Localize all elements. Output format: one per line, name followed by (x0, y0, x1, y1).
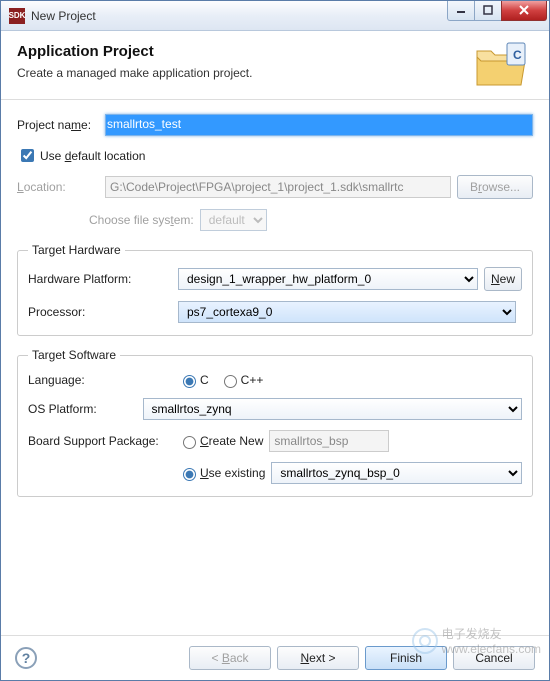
lang-cpp-radio[interactable] (224, 375, 237, 388)
app-icon: SDK (9, 8, 25, 24)
lang-c-radio[interactable] (183, 375, 196, 388)
bsp-create-label: Create New (200, 434, 263, 448)
header-subtitle: Create a managed make application projec… (17, 66, 477, 80)
location-label: Location: (17, 180, 105, 194)
help-button[interactable]: ? (15, 647, 37, 669)
os-platform-label: OS Platform: (28, 402, 143, 416)
bsp-existing-select[interactable]: smallrtos_zynq_bsp_0 (271, 462, 522, 484)
watermark: 电子发烧友 www.elecfans.com (412, 625, 541, 656)
close-button[interactable] (501, 1, 547, 21)
new-hw-button[interactable]: New (484, 267, 522, 291)
target-hardware-legend: Target Hardware (28, 243, 125, 257)
lang-cpp-label: C++ (241, 373, 264, 387)
header-title: Application Project (17, 43, 477, 60)
dialog-footer: ? < Back Next > Finish Cancel 电子发烧友 www.… (1, 635, 549, 680)
language-label: Language: (28, 373, 178, 387)
target-software-legend: Target Software (28, 348, 120, 362)
bsp-create-input (269, 430, 389, 452)
choose-fs-label: Choose file system: (89, 213, 194, 227)
back-button: < Back (189, 646, 271, 670)
bsp-create-radio[interactable] (183, 436, 196, 449)
use-default-checkbox[interactable] (21, 149, 34, 162)
lang-c-label: C (200, 373, 209, 387)
browse-button: Browse... (457, 175, 533, 199)
minimize-button[interactable] (447, 1, 475, 21)
header-folder-icon: C (477, 41, 533, 89)
hardware-platform-label: Hardware Platform: (28, 272, 178, 286)
next-button[interactable]: Next > (277, 646, 359, 670)
dialog-header: Application Project Create a managed mak… (1, 31, 549, 100)
processor-label: Processor: (28, 305, 178, 319)
target-hardware-group: Target Hardware Hardware Platform: desig… (17, 243, 533, 336)
bsp-existing-radio[interactable] (183, 468, 196, 481)
location-input (105, 176, 451, 198)
titlebar[interactable]: SDK New Project (1, 1, 549, 31)
use-default-label: Use default location (40, 149, 145, 163)
maximize-button[interactable] (474, 1, 502, 21)
target-software-group: Target Software Language: C C++ OS Platf… (17, 348, 533, 497)
hardware-platform-select[interactable]: design_1_wrapper_hw_platform_0 (178, 268, 478, 290)
os-platform-select[interactable]: smallrtos_zynq (143, 398, 522, 420)
svg-text:C: C (513, 48, 522, 62)
window-title: New Project (31, 9, 448, 23)
project-name-input[interactable]: smallrtos_test (105, 114, 533, 136)
dialog-window: SDK New Project Application Project Crea… (0, 0, 550, 681)
project-name-label: Project name: (17, 118, 105, 132)
file-system-select: default (200, 209, 267, 231)
processor-select[interactable]: ps7_cortexa9_0 (178, 301, 516, 323)
bsp-existing-label: Use existing (200, 466, 265, 480)
dialog-content: Project name: smallrtos_test Use default… (1, 100, 549, 635)
bsp-label: Board Support Package: (28, 434, 178, 448)
